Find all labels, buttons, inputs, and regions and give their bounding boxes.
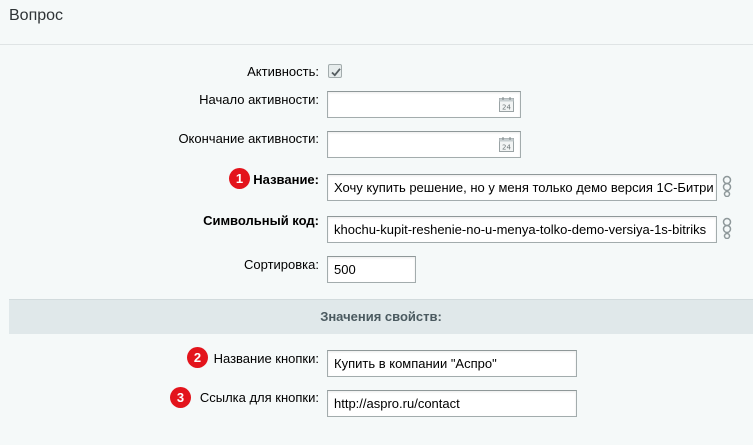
marker-badge-3: 3 xyxy=(170,387,191,408)
active-from-field[interactable]: 24 xyxy=(327,91,521,118)
page-title: Вопрос xyxy=(9,7,64,24)
svg-text:24: 24 xyxy=(502,144,511,152)
marker-badge-1: 1 xyxy=(229,168,250,189)
active-to-label: Окончание активности: xyxy=(178,131,319,146)
marker-badge-2: 2 xyxy=(187,347,208,368)
name-label: Название: xyxy=(253,172,319,187)
active-checkbox[interactable] xyxy=(328,64,342,78)
active-from-label: Начало активности: xyxy=(199,92,319,107)
sort-label: Сортировка: xyxy=(244,257,319,272)
active-to-field[interactable]: 24 xyxy=(327,131,521,158)
svg-text:24: 24 xyxy=(502,104,511,112)
button-name-label: Название кнопки: xyxy=(213,351,319,366)
page-header: Вопрос xyxy=(0,0,753,45)
properties-section-title: Значения свойств: xyxy=(320,309,442,324)
transliterate-icon[interactable] xyxy=(720,217,734,239)
name-input[interactable]: Хочу купить решение, но у меня только де… xyxy=(327,174,717,201)
code-label: Символьный код: xyxy=(203,213,319,228)
button-link-label: Ссылка для кнопки: xyxy=(199,390,319,405)
properties-section-header: Значения свойств: xyxy=(9,299,753,334)
checkmark-icon xyxy=(331,68,341,77)
code-input[interactable]: khochu-kupit-reshenie-no-u-menya-tolko-d… xyxy=(327,216,717,243)
sort-input[interactable]: 500 xyxy=(327,256,416,283)
calendar-icon[interactable]: 24 xyxy=(499,97,514,112)
button-name-input[interactable]: Купить в компании "Аспро" xyxy=(327,350,577,377)
calendar-icon[interactable]: 24 xyxy=(499,137,514,152)
active-label: Активность: xyxy=(247,64,319,79)
transliterate-icon[interactable] xyxy=(720,175,734,197)
button-link-input[interactable]: http://aspro.ru/contact xyxy=(327,390,577,417)
